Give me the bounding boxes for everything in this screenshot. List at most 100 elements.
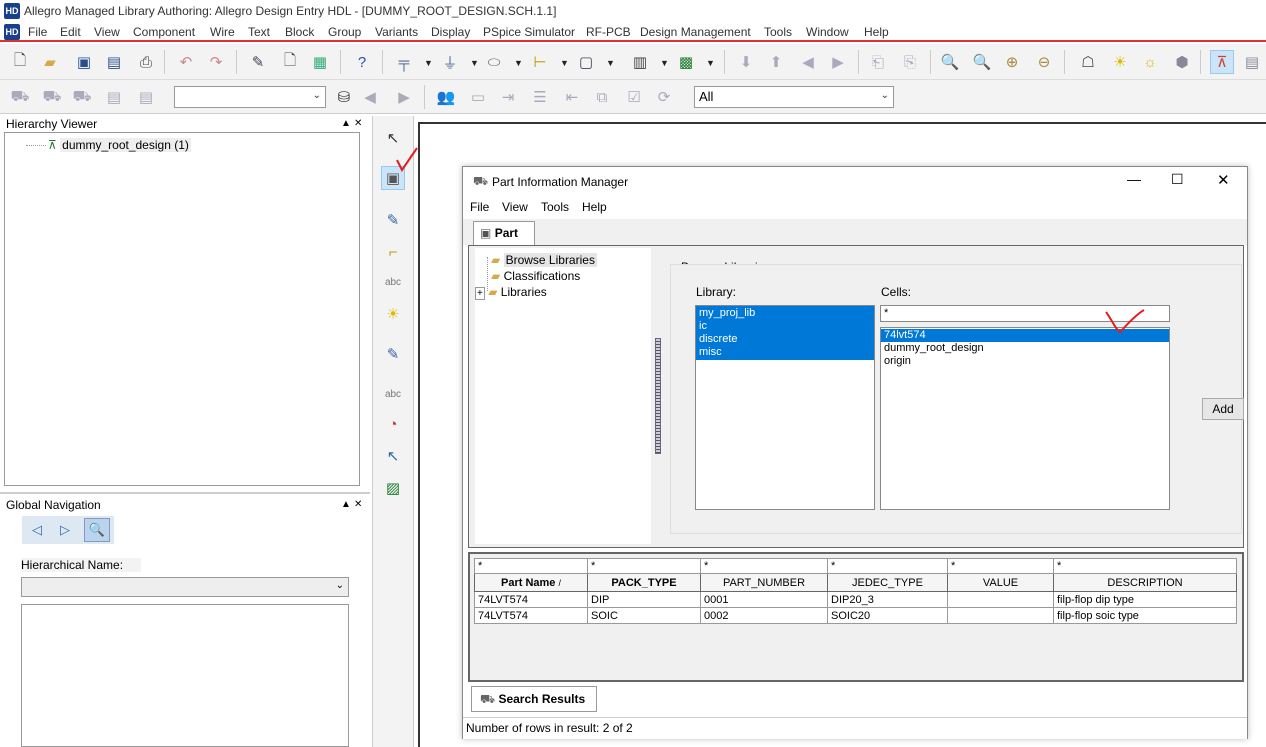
hierarchical-name-combo[interactable]: ⌄ [21, 577, 349, 597]
menu-display[interactable]: Display [431, 25, 470, 39]
signal-name-icon[interactable]: abc [381, 270, 405, 294]
zoom-out-icon[interactable]: ⊖ [1032, 50, 1056, 74]
ground-icon[interactable]: ⏚ [438, 50, 462, 74]
more-tools-icon[interactable]: ▤ [1240, 50, 1264, 74]
menu-tools[interactable]: Tools [764, 25, 792, 39]
undo-icon[interactable]: ↶ [174, 50, 198, 74]
filter-cell[interactable]: * [1053, 558, 1237, 574]
add-image-icon[interactable]: ▨ [381, 476, 405, 500]
form-icon[interactable]: ▭ [466, 85, 490, 109]
pin-icon[interactable]: ▲ [341, 118, 351, 129]
export-icon[interactable]: ⇥ [496, 85, 520, 109]
cell-item[interactable]: origin [881, 355, 1169, 368]
new-file-icon[interactable]: 🗋 [8, 50, 32, 74]
add-button[interactable]: Add [1202, 398, 1244, 420]
block-icon[interactable]: ▢ [574, 50, 598, 74]
close-icon[interactable]: ✕ [1217, 171, 1230, 189]
copy-icon[interactable]: ⧉ [590, 85, 614, 109]
library-item[interactable]: discrete [696, 333, 874, 346]
binoculars-icon[interactable]: ⛁ [332, 85, 356, 109]
tree-item-classifications[interactable]: ▰ Classifications [491, 269, 580, 283]
chevron-down-icon[interactable]: ▼ [560, 58, 569, 68]
chevron-down-icon[interactable]: ▼ [606, 58, 615, 68]
pim-menu-view[interactable]: View [502, 200, 528, 214]
port-icon[interactable]: ⬭ [482, 50, 506, 74]
nav-zoom-icon[interactable]: 🔍 [84, 518, 110, 542]
filter-cell[interactable]: * [827, 558, 948, 574]
wire-draw-icon[interactable]: ✎ [381, 208, 405, 232]
filter-cell[interactable]: * [947, 558, 1054, 574]
table-row[interactable]: 74LVT574 SOIC 0002 SOIC20 filp-flop soic… [474, 607, 1237, 624]
close-icon[interactable]: ✕ [354, 499, 362, 510]
tree-item-libraries[interactable]: + ▰ Libraries [475, 285, 547, 300]
wire-tool-icon[interactable]: ╤ [392, 50, 416, 74]
column-header[interactable]: PART_NUMBER [700, 573, 828, 592]
menu-wire[interactable]: Wire [210, 25, 235, 39]
column-header[interactable]: PACK_TYPE [587, 573, 701, 592]
chevron-down-icon[interactable]: ▼ [424, 58, 433, 68]
library-item[interactable]: ic [696, 320, 874, 333]
column-header[interactable]: JEDEC_TYPE [827, 573, 948, 592]
filter-cell[interactable]: * [587, 558, 701, 574]
add-text-icon[interactable]: abc [381, 382, 405, 406]
redo-icon[interactable]: ↷ [204, 50, 228, 74]
table-row[interactable]: 74LVT574 DIP 0001 DIP20_3 filp-flop dip … [474, 591, 1237, 608]
find-next-icon[interactable]: ▶ [392, 85, 416, 109]
cell-item[interactable]: dummy_root_design [881, 342, 1169, 355]
save-icon[interactable]: ▣ [72, 50, 96, 74]
column-header[interactable]: VALUE [947, 573, 1054, 592]
menu-help[interactable]: Help [864, 25, 889, 39]
menu-text[interactable]: Text [248, 25, 270, 39]
pim-menu-help[interactable]: Help [582, 200, 607, 214]
new-page-icon[interactable]: 🗋 [278, 50, 302, 74]
menu-design-management[interactable]: Design Management [640, 25, 751, 39]
users-icon[interactable]: 👥 [434, 85, 458, 109]
tab-part[interactable]: ▣ Part [473, 221, 535, 245]
arc-draw-icon[interactable]: ↖ [381, 444, 405, 468]
filter-cell[interactable]: * [700, 558, 828, 574]
filter-combo[interactable]: All ⌄ [694, 86, 894, 108]
nav-back-icon[interactable]: ◁ [32, 522, 42, 538]
chevron-down-icon[interactable]: ▼ [514, 58, 523, 68]
chip-icon[interactable]: ▥ [628, 50, 652, 74]
hierarchy-viewer-icon[interactable]: ⊼ [1210, 50, 1234, 74]
import-icon[interactable]: ⇤ [560, 85, 584, 109]
open-folder-icon[interactable]: ▰ [38, 50, 62, 74]
refresh-icon[interactable]: ⟳ [652, 85, 676, 109]
next-page-icon[interactable]: ⎘ [898, 50, 922, 74]
properties-icon[interactable]: ☖ [1076, 50, 1100, 74]
tree-item-browse-libraries[interactable]: ▰ Browse Libraries [491, 253, 597, 267]
check-icon[interactable]: ☑ [622, 85, 646, 109]
library-item[interactable]: misc [696, 346, 874, 359]
edit-page-icon[interactable]: ✎ [246, 50, 270, 74]
menu-pspice-simulator[interactable]: PSpice Simulator [483, 25, 575, 39]
forward-icon[interactable]: ▶ [826, 50, 850, 74]
save-all-icon[interactable]: ▤ [102, 50, 126, 74]
find-prev-icon[interactable]: ◀ [358, 85, 382, 109]
dehighlight-icon[interactable]: ☼ [1138, 50, 1162, 74]
pim-menu-tools[interactable]: Tools [541, 200, 569, 214]
search-combo[interactable]: ⌄ [174, 86, 326, 108]
arc-select-icon[interactable]: ◔ [381, 412, 405, 436]
tab-search-results[interactable]: ⛟ Search Results [471, 686, 597, 712]
highlight-icon[interactable]: ☀ [1108, 50, 1132, 74]
bus-draw-icon[interactable]: ✎ [381, 342, 405, 366]
menu-rf-pcb[interactable]: RF-PCB [586, 25, 631, 39]
pim-menu-file[interactable]: File [470, 200, 489, 214]
menu-variants[interactable]: Variants [375, 25, 418, 39]
help-icon[interactable]: ? [350, 50, 374, 74]
chevron-down-icon[interactable]: ▼ [660, 58, 669, 68]
pin-icon[interactable]: ▲ [341, 499, 351, 510]
back-icon[interactable]: ◀ [796, 50, 820, 74]
probe-icon[interactable]: ⊢ [528, 50, 552, 74]
dot-connection-icon[interactable]: ☀ [381, 302, 405, 326]
component-browse-icon[interactable]: ⛟ [70, 85, 94, 109]
component-icon[interactable]: ⛟ [8, 85, 32, 109]
zoom-in-icon[interactable]: ⊕ [1000, 50, 1024, 74]
hierarchy-root-item[interactable]: ⊼ dummy_root_design (1) [48, 138, 191, 152]
menu-edit[interactable]: Edit [60, 25, 81, 39]
pane-splitter[interactable] [655, 338, 661, 454]
component-report-icon[interactable]: ▤ [134, 85, 158, 109]
component-list-icon[interactable]: ▤ [102, 85, 126, 109]
minimize-icon[interactable]: — [1127, 171, 1141, 187]
